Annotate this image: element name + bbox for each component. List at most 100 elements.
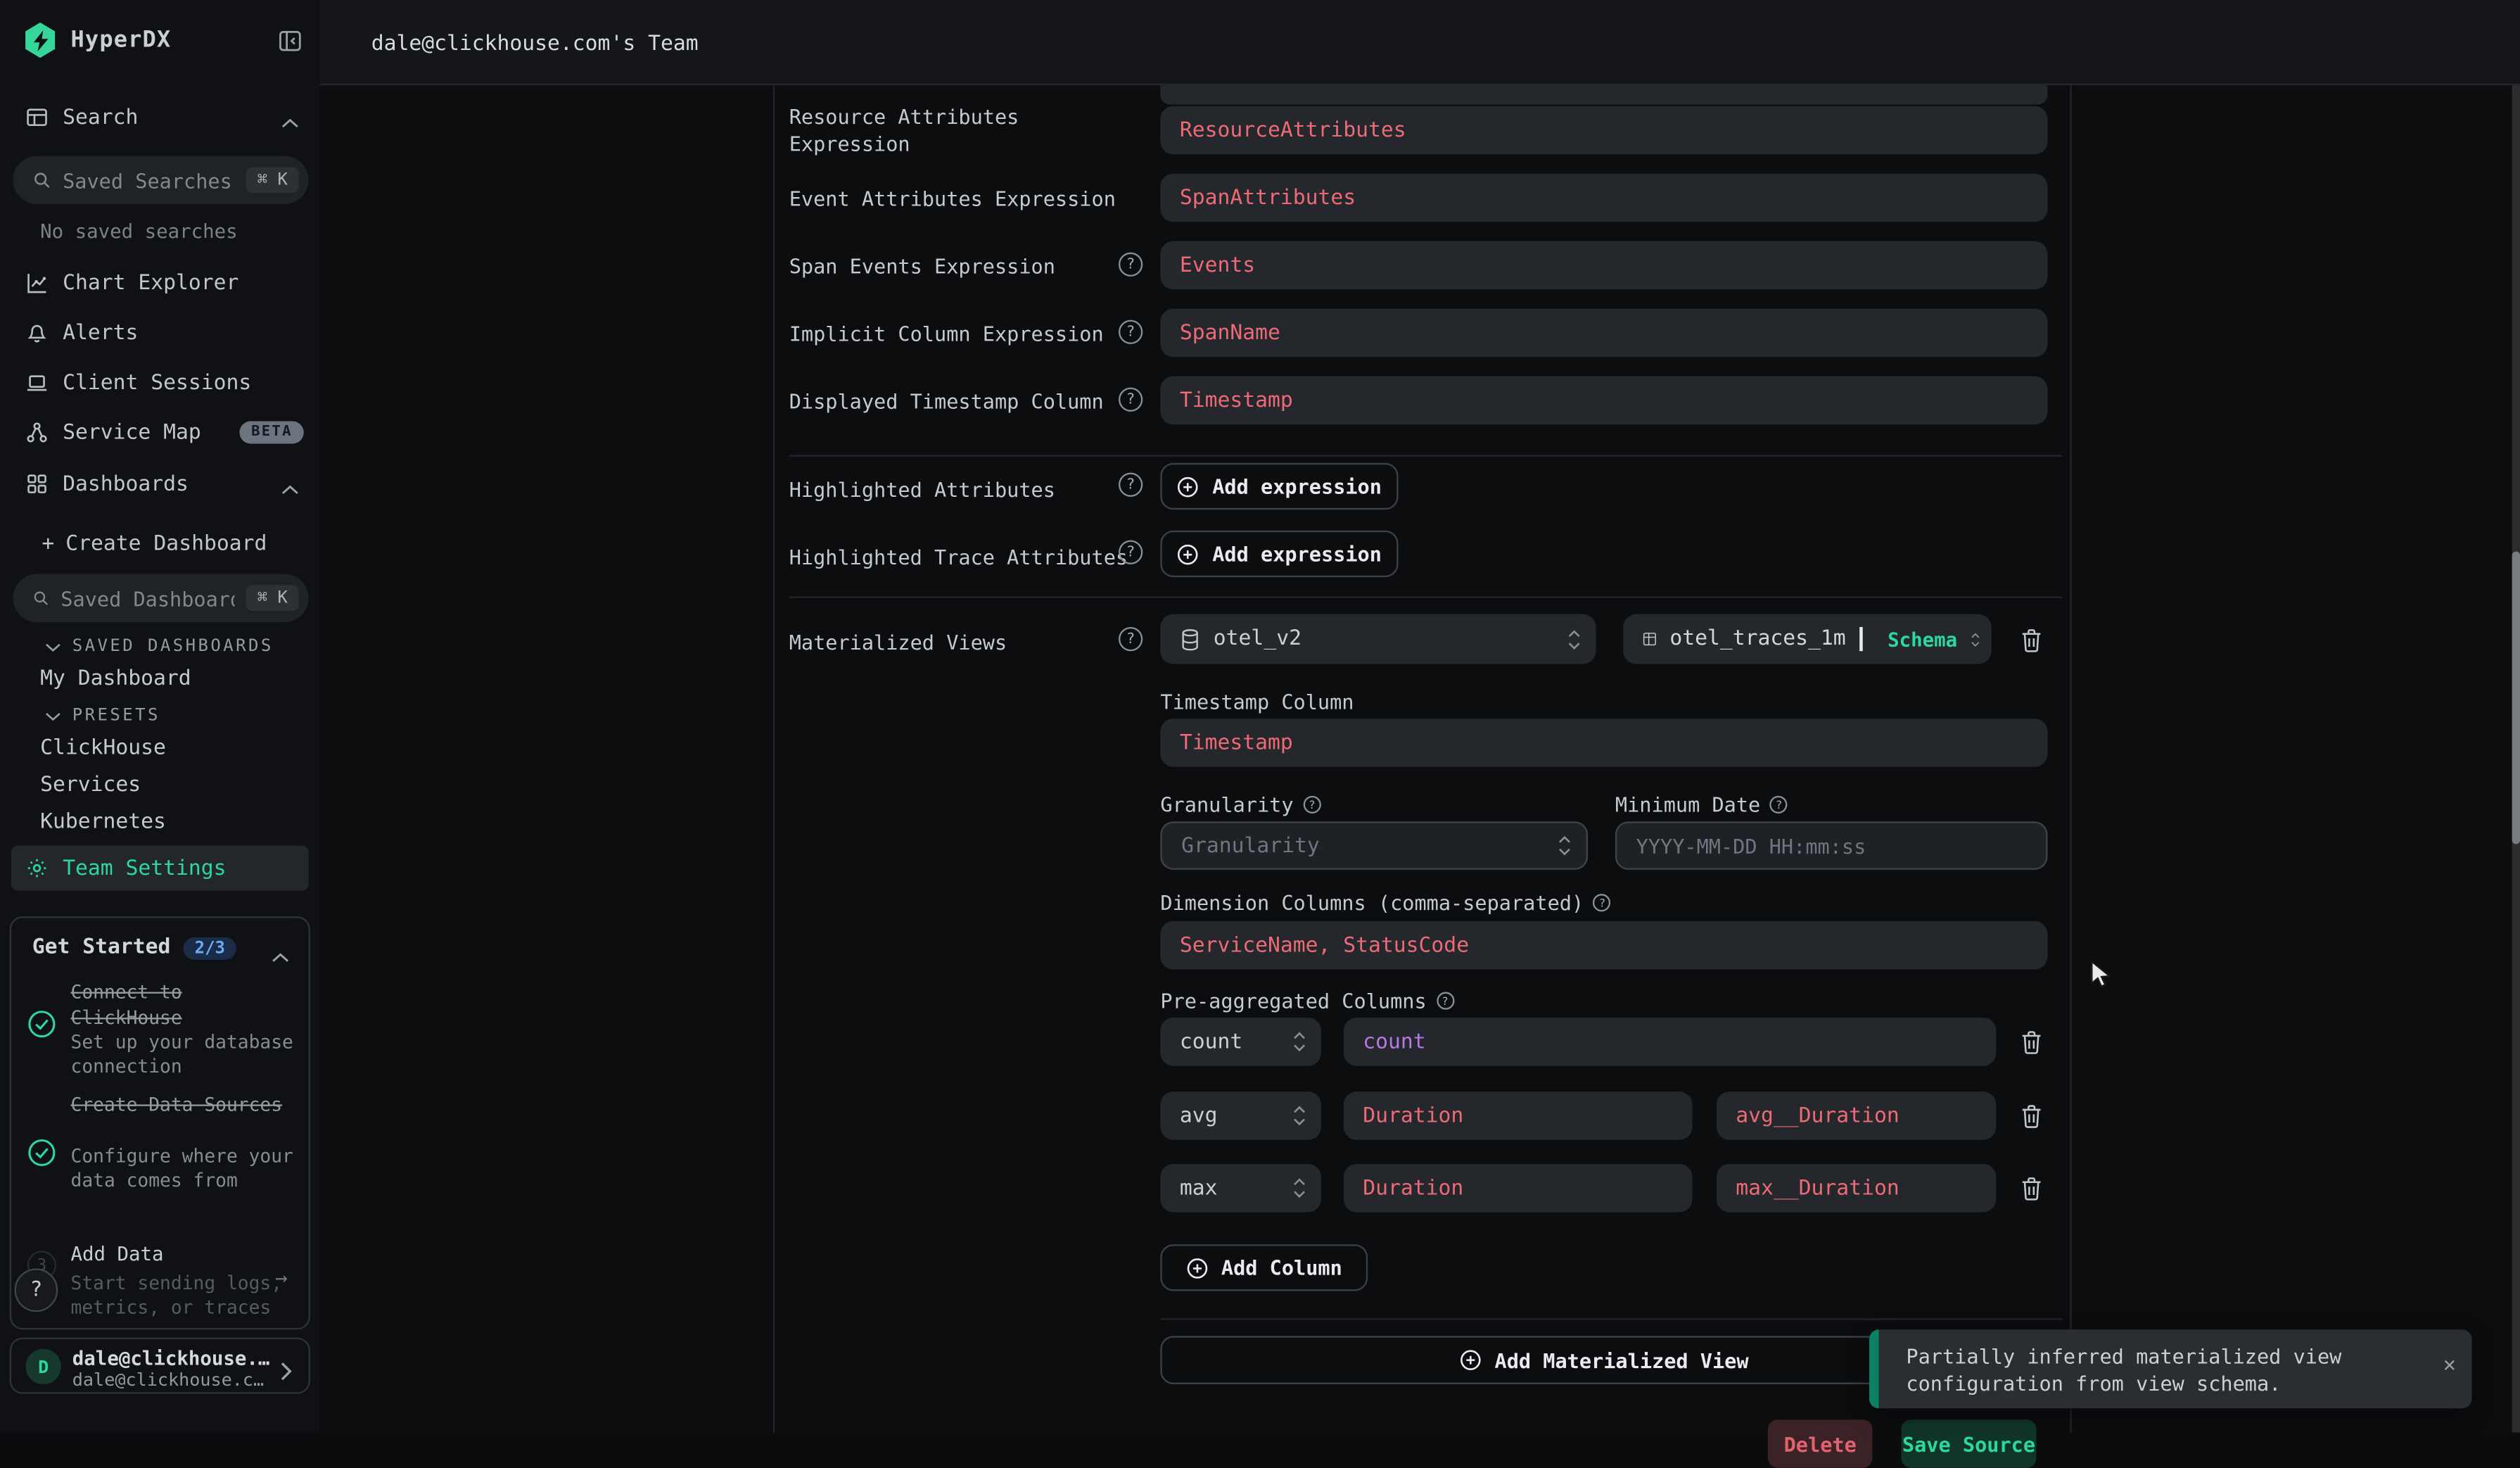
help-icon[interactable]: ? bbox=[1119, 473, 1143, 497]
preagg-alias-input[interactable]: avg__Duration bbox=[1717, 1091, 1997, 1140]
implicit-column-input[interactable]: SpanName bbox=[1160, 309, 2047, 357]
sidebar-item-team-settings[interactable]: Team Settings bbox=[11, 846, 309, 891]
schema-toggle[interactable]: Schema bbox=[1888, 628, 1957, 650]
resource-attributes-input[interactable]: ResourceAttributes bbox=[1160, 106, 2047, 155]
dashboards-section-chevron-up-icon[interactable] bbox=[281, 473, 299, 503]
delete-mv-trash-icon[interactable] bbox=[2009, 617, 2054, 662]
create-dashboard-button[interactable]: + Create Dashboard bbox=[42, 524, 267, 563]
get-started-item-title[interactable]: Create Data Sources bbox=[71, 1091, 299, 1118]
field-label: Materialized Views bbox=[789, 628, 1140, 656]
delete-source-button[interactable]: Delete bbox=[1768, 1419, 1872, 1468]
event-attributes-input[interactable]: SpanAttributes bbox=[1160, 174, 2047, 222]
span-events-input[interactable]: Events bbox=[1160, 241, 2047, 290]
table-icon bbox=[1643, 628, 1657, 650]
input-value: count bbox=[1363, 1030, 1425, 1053]
saved-dashboards-input[interactable]: Saved Dashboards ⌘ K bbox=[13, 574, 308, 623]
sidebar-item-chart-explorer[interactable]: Chart Explorer bbox=[26, 264, 239, 303]
help-icon[interactable]: ? bbox=[1119, 253, 1143, 277]
sidebar-item-label: Service Map bbox=[63, 420, 201, 444]
close-icon[interactable]: ✕ bbox=[2443, 1354, 2456, 1378]
preagg-fn-select[interactable]: count bbox=[1160, 1018, 1321, 1066]
dimension-value: StatusCode bbox=[1343, 933, 1469, 957]
delete-column-trash-icon[interactable] bbox=[2009, 1093, 2054, 1138]
top-bar: dale@clickhouse.com's Team bbox=[320, 0, 2520, 85]
sidebar-item-client-sessions[interactable]: Client Sessions bbox=[26, 363, 252, 402]
app-window: HyperDX Search Saved Searches ⌘ K No sav… bbox=[0, 0, 2520, 1432]
preagg-fn-select[interactable]: avg bbox=[1160, 1091, 1321, 1140]
toast-accent-bar bbox=[1869, 1329, 1879, 1408]
input-value: ResourceAttributes bbox=[1180, 118, 1406, 142]
granularity-select[interactable]: Granularity bbox=[1160, 821, 1588, 870]
sidebar-item-alerts[interactable]: Alerts bbox=[26, 313, 139, 352]
sidebar-item-preset-kubernetes[interactable]: Kubernetes bbox=[40, 810, 166, 834]
save-source-button[interactable]: Save Source bbox=[1902, 1419, 2037, 1468]
sidebar-item-preset-clickhouse[interactable]: ClickHouse bbox=[40, 736, 166, 760]
sidebar-item-label: Search bbox=[63, 106, 138, 129]
app-logo[interactable]: HyperDX bbox=[24, 23, 171, 58]
add-trace-expression-button[interactable]: Add expression bbox=[1160, 531, 1398, 577]
help-icon[interactable]: ? bbox=[1119, 388, 1143, 412]
minimum-date-input[interactable]: YYYY-MM-DD HH:mm:ss bbox=[1615, 821, 2048, 870]
get-started-item-title[interactable]: Connect to ClickHouse bbox=[71, 979, 299, 1030]
displayed-timestamp-input[interactable]: Timestamp bbox=[1160, 377, 2047, 425]
get-started-item-subtitle: Set up your database connection bbox=[71, 1030, 299, 1079]
preagg-expr-input[interactable]: count bbox=[1344, 1018, 1997, 1066]
help-icon[interactable]: ? bbox=[1119, 540, 1143, 564]
add-column-button[interactable]: Add Column bbox=[1160, 1244, 1368, 1291]
table-input-value: otel_traces_1m bbox=[1669, 627, 1845, 651]
hyperdx-logo-icon bbox=[24, 23, 56, 58]
field-label: Resource Attributes Expression bbox=[789, 103, 1140, 158]
delete-column-trash-icon[interactable] bbox=[2009, 1165, 2054, 1210]
sidebar-item-dashboards[interactable]: Dashboards bbox=[26, 464, 189, 503]
text-caret bbox=[1860, 627, 1862, 651]
sidebar-item-search[interactable]: Search bbox=[26, 98, 304, 137]
dimension-value: ServiceName bbox=[1180, 933, 1318, 957]
sidebar: HyperDX Search Saved Searches ⌘ K No sav… bbox=[0, 0, 320, 1432]
minimum-date-label: Minimum Date ? bbox=[1615, 792, 1788, 816]
preagg-fn-select[interactable]: max bbox=[1160, 1164, 1321, 1213]
get-started-chevron-up-icon[interactable] bbox=[272, 940, 289, 970]
section-divider bbox=[789, 597, 2062, 598]
dimension-columns-input[interactable]: ServiceName, StatusCode bbox=[1160, 921, 2047, 970]
help-icon[interactable]: ? bbox=[1119, 320, 1143, 344]
sidebar-item-service-map[interactable]: Service Map BETA bbox=[26, 413, 304, 452]
add-expression-button[interactable]: Add expression bbox=[1160, 463, 1398, 510]
saved-searches-input[interactable]: Saved Searches ⌘ K bbox=[13, 156, 308, 205]
preagg-alias-input[interactable]: max__Duration bbox=[1717, 1164, 1997, 1213]
section-divider bbox=[1160, 1318, 2062, 1320]
help-icon[interactable]: ? bbox=[1119, 627, 1143, 651]
search-shortcut-badge: ⌘ K bbox=[246, 167, 299, 194]
delete-column-trash-icon[interactable] bbox=[2009, 1019, 2054, 1064]
label-text: Pre-aggregated Columns bbox=[1160, 989, 1426, 1013]
get-started-item-subtitle: Configure where your data comes from bbox=[71, 1145, 299, 1194]
mv-timestamp-input[interactable]: Timestamp bbox=[1160, 719, 2047, 767]
sidebar-collapse-icon[interactable] bbox=[278, 29, 302, 59]
mv-database-select[interactable]: otel_v2 bbox=[1160, 614, 1596, 664]
help-icon[interactable]: ? bbox=[1303, 796, 1321, 814]
create-dashboard-label: Create Dashboard bbox=[65, 531, 267, 555]
sidebar-item-my-dashboard[interactable]: My Dashboard bbox=[40, 667, 191, 691]
mv-table-combobox[interactable]: otel_traces_1m Schema bbox=[1623, 614, 1991, 664]
check-circle-icon bbox=[27, 1010, 56, 1039]
help-icon[interactable]: ? bbox=[1593, 894, 1611, 911]
help-icon[interactable]: ? bbox=[1770, 796, 1788, 814]
preagg-expr-input[interactable]: Duration bbox=[1344, 1091, 1693, 1140]
preagg-expr-input[interactable]: Duration bbox=[1344, 1164, 1693, 1213]
saved-dashboards-group-header[interactable]: SAVED DASHBOARDS bbox=[45, 637, 274, 656]
presets-group-header[interactable]: PRESETS bbox=[45, 706, 160, 725]
get-started-item-title[interactable]: Add Data bbox=[71, 1243, 299, 1265]
help-icon[interactable]: ? bbox=[1436, 992, 1453, 1010]
scrollbar-thumb[interactable] bbox=[2512, 552, 2520, 844]
input-value: Timestamp bbox=[1180, 388, 1293, 412]
input-value: SpanName bbox=[1180, 321, 1280, 345]
granularity-label: Granularity ? bbox=[1160, 792, 1321, 816]
get-started-header[interactable]: Get Started 2/3 bbox=[32, 936, 236, 960]
help-button[interactable]: ? bbox=[15, 1268, 58, 1312]
sidebar-item-preset-services[interactable]: Services bbox=[40, 773, 141, 797]
arrow-right-icon[interactable]: → bbox=[275, 1267, 288, 1291]
chart-icon bbox=[26, 272, 49, 294]
scrolled-input-sliver[interactable] bbox=[1160, 85, 2047, 104]
search-section-chevron-up-icon[interactable] bbox=[281, 106, 299, 137]
user-menu[interactable]: D dale@clickhouse.… dale@clickhouse.c… bbox=[10, 1338, 310, 1394]
scrollbar-track[interactable] bbox=[2512, 85, 2520, 1432]
